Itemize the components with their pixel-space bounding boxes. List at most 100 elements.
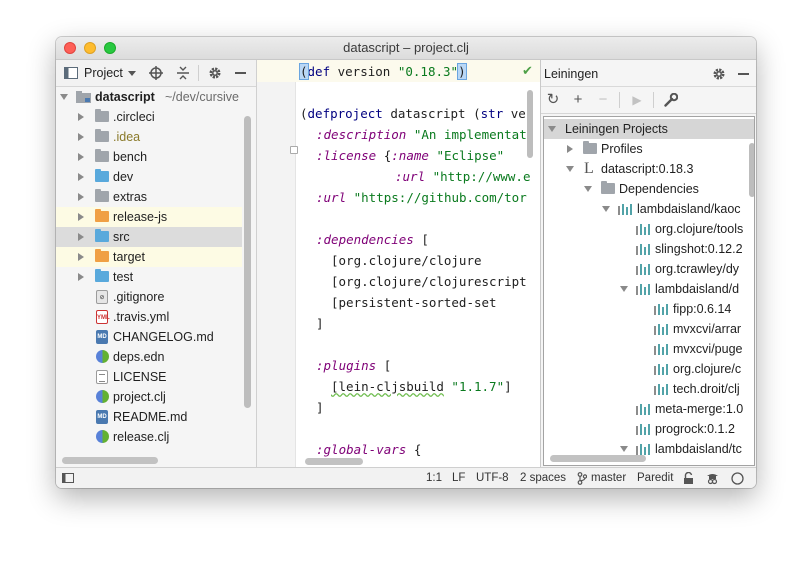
folder-icon (95, 189, 109, 202)
chevron-right-icon[interactable] (78, 133, 84, 141)
fold-marker-icon[interactable] (290, 146, 298, 154)
dependency-row[interactable]: org.clojure/tools (544, 219, 754, 239)
chevron-down-icon[interactable] (128, 71, 136, 76)
tree-item-dev[interactable]: dev (56, 167, 242, 187)
tree-item-src[interactable]: src (56, 227, 242, 247)
chevron-down-icon[interactable] (602, 206, 610, 212)
toolbar-divider (198, 65, 199, 81)
markdown-file-icon: MD (96, 410, 108, 424)
line-separator[interactable]: LF (452, 472, 465, 484)
chevron-right-icon[interactable] (78, 193, 84, 201)
chevron-right-icon[interactable] (78, 153, 84, 161)
chevron-right-icon[interactable] (78, 253, 84, 261)
lein-project-row[interactable]: L datascript:0.18.3 (544, 159, 754, 179)
library-icon (654, 344, 668, 355)
chevron-down-icon[interactable] (60, 94, 68, 100)
chevron-right-icon[interactable] (78, 213, 84, 221)
dependency-row[interactable]: meta-merge:1.0 (544, 399, 754, 419)
project-vertical-scrollbar[interactable] (244, 116, 251, 408)
dependency-row[interactable]: lambdaisland/kaoc (544, 199, 754, 219)
collapse-all-icon[interactable] (176, 66, 190, 80)
minimize-panel-icon[interactable] (738, 73, 749, 75)
clojure-file-icon (96, 430, 109, 443)
lein-profiles-row[interactable]: Profiles (544, 139, 754, 159)
library-icon (636, 224, 650, 235)
minimize-panel-icon[interactable] (235, 72, 246, 74)
tree-item-release-clj[interactable]: release.clj (56, 427, 242, 447)
tool-windows-icon[interactable] (62, 473, 74, 483)
caret-position[interactable]: 1:1 (426, 472, 442, 484)
chevron-right-icon[interactable] (78, 113, 84, 121)
leiningen-vertical-scrollbar[interactable] (749, 143, 754, 197)
project-horizontal-scrollbar[interactable] (62, 457, 158, 464)
dependency-row[interactable]: fipp:0.6.14 (544, 299, 754, 319)
inspector-icon[interactable] (706, 471, 719, 485)
chevron-right-icon[interactable] (78, 233, 84, 241)
dependency-row[interactable]: org.tcrawley/dy (544, 259, 754, 279)
indent-setting[interactable]: 2 spaces (520, 472, 566, 484)
chevron-down-icon[interactable] (548, 126, 556, 132)
tree-item-deps-edn[interactable]: deps.edn (56, 347, 242, 367)
code-editor[interactable]: ✔ (def version "0.18.3") (defproject dat… (257, 60, 540, 467)
zoom-window-button[interactable] (104, 42, 116, 54)
gear-icon[interactable] (208, 66, 222, 80)
dependency-row[interactable]: slingshot:0.12.2 (544, 239, 754, 259)
refresh-icon[interactable]: ↻ (544, 91, 562, 109)
leiningen-tool-window: Leiningen ↻ + − ▶ Leiningen Projects Pro… (540, 60, 756, 467)
tree-item-test[interactable]: test (56, 267, 242, 287)
tree-item-license[interactable]: LICENSE (56, 367, 242, 387)
chevron-down-icon[interactable] (620, 286, 628, 292)
dependency-row[interactable]: org.clojure/c (544, 359, 754, 379)
chevron-down-icon[interactable] (620, 446, 628, 452)
code-content[interactable]: (def version "0.18.3") (defproject datas… (299, 60, 530, 457)
tree-item-extras[interactable]: extras (56, 187, 242, 207)
chevron-down-icon[interactable] (566, 166, 574, 172)
dependency-row[interactable]: mvxcvi/puge (544, 339, 754, 359)
editor-vertical-scrollbar[interactable] (527, 90, 533, 158)
tree-item-project-clj[interactable]: project.clj (56, 387, 242, 407)
leiningen-horizontal-scrollbar[interactable] (550, 455, 646, 462)
code-line: :plugins [ (316, 358, 392, 373)
folder-icon (583, 141, 597, 154)
code-line: :dependencies [ (316, 232, 429, 247)
wrench-icon[interactable] (664, 93, 678, 107)
tree-item-travis-yml[interactable]: YML .travis.yml (56, 307, 242, 327)
memory-indicator-icon[interactable] (731, 472, 744, 485)
add-icon[interactable]: + (569, 91, 587, 109)
tree-item-circleci[interactable]: .circleci (56, 107, 242, 127)
paredit-mode[interactable]: Paredit (637, 472, 673, 484)
file-encoding[interactable]: UTF-8 (476, 472, 509, 484)
dependency-row[interactable]: tech.droit/clj (544, 379, 754, 399)
dependency-row[interactable]: lambdaisland/d (544, 279, 754, 299)
gear-icon[interactable] (712, 67, 726, 81)
project-view-selector[interactable]: Project (84, 66, 123, 80)
lein-root-row[interactable]: Leiningen Projects (544, 119, 754, 139)
chevron-right-icon[interactable] (567, 145, 573, 153)
tree-item-idea[interactable]: .idea (56, 127, 242, 147)
dependency-row[interactable]: progrock:0.1.2 (544, 419, 754, 439)
tree-item-bench[interactable]: bench (56, 147, 242, 167)
lock-icon[interactable] (683, 472, 694, 485)
locate-icon[interactable] (149, 66, 163, 80)
tree-item-readme[interactable]: MD README.md (56, 407, 242, 427)
tree-item-release-js[interactable]: release-js (56, 207, 242, 227)
lein-dependencies-row[interactable]: Dependencies (544, 179, 754, 199)
tree-root-row[interactable]: datascript ~/dev/cursive (56, 87, 242, 107)
remove-icon[interactable]: − (594, 91, 612, 109)
library-icon (636, 264, 650, 275)
dependency-row[interactable]: mvxcvi/arrar (544, 319, 754, 339)
tree-item-target[interactable]: target (56, 247, 242, 267)
code-line: :url "https://github.com/tor (316, 190, 527, 205)
tree-item-changelog[interactable]: MD CHANGELOG.md (56, 327, 242, 347)
run-icon[interactable]: ▶ (628, 91, 646, 109)
chevron-right-icon[interactable] (78, 273, 84, 281)
chevron-down-icon[interactable] (584, 186, 592, 192)
chevron-right-icon[interactable] (78, 173, 84, 181)
inspection-ok-icon[interactable]: ✔ (522, 63, 533, 79)
library-icon (636, 404, 650, 415)
editor-horizontal-scrollbar[interactable] (305, 458, 363, 465)
close-window-button[interactable] (64, 42, 76, 54)
minimize-window-button[interactable] (84, 42, 96, 54)
git-branch[interactable]: master (591, 472, 626, 484)
tree-item-gitignore[interactable]: ⊘ .gitignore (56, 287, 242, 307)
